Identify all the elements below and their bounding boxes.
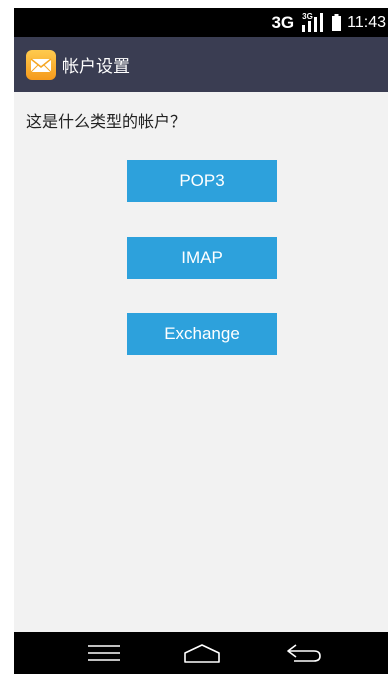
action-bar: 帐户设置 <box>14 37 388 92</box>
network-type: 3G <box>271 12 295 32</box>
phone-screen: 3G 3G 11:43 帐户设置 这是什么类型的帐户？ POP3 IMAP Ex… <box>14 8 388 674</box>
main-content: 这是什么类型的帐户？ POP3 IMAP Exchange <box>14 92 388 632</box>
exchange-button[interactable]: Exchange <box>127 313 277 355</box>
back-icon[interactable] <box>274 632 334 674</box>
status-bar: 3G 3G 11:43 <box>14 8 388 37</box>
page-title: 帐户设置 <box>62 57 130 77</box>
navigation-bar <box>14 632 388 674</box>
signal-icon: 3G <box>300 12 326 34</box>
account-type-question: 这是什么类型的帐户？ <box>26 112 187 131</box>
mail-icon[interactable] <box>26 49 56 80</box>
battery-icon <box>332 14 342 31</box>
clock: 11:43 <box>347 13 386 31</box>
imap-button[interactable]: IMAP <box>127 237 277 279</box>
status-bar-right: 3G 3G 11:43 <box>271 8 386 37</box>
menu-icon[interactable] <box>74 632 134 674</box>
pop3-button[interactable]: POP3 <box>127 160 277 202</box>
home-icon[interactable] <box>172 632 232 674</box>
